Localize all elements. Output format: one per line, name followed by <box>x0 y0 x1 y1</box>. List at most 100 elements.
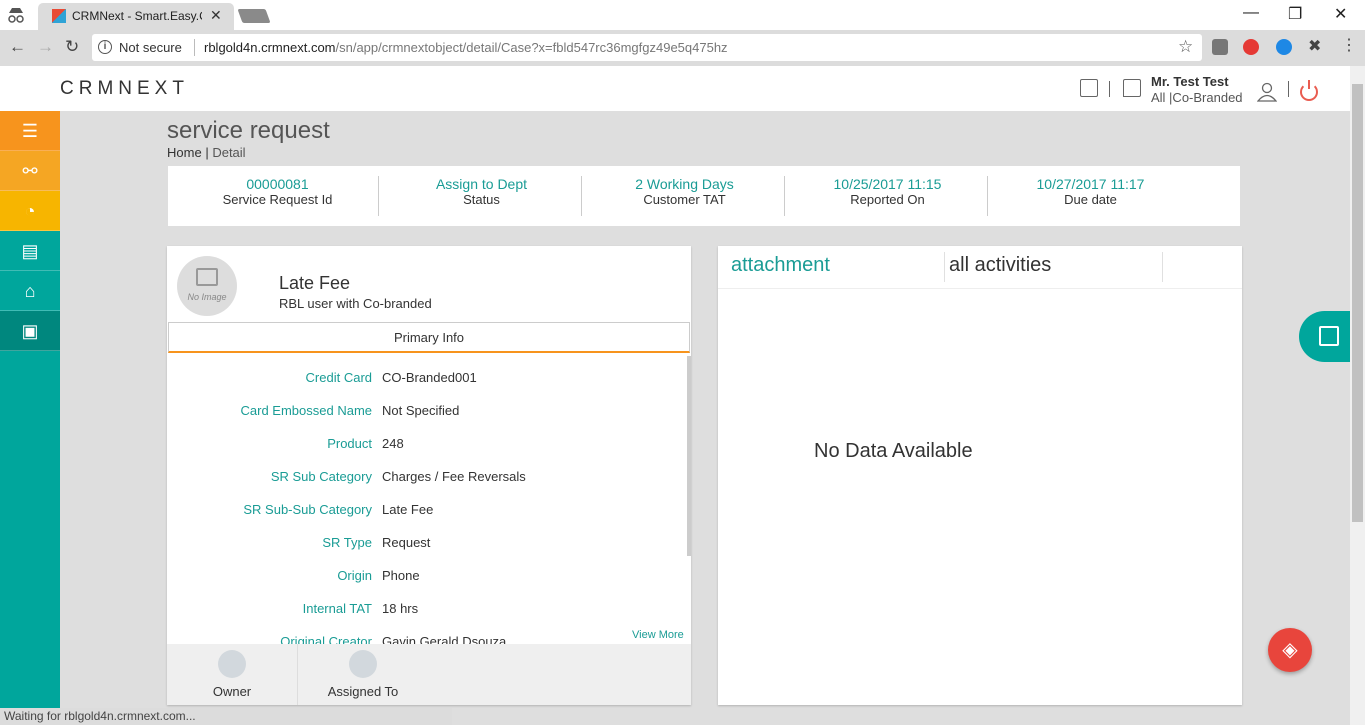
owner-label: Owner <box>212 684 252 699</box>
logout-power-icon[interactable] <box>1300 80 1318 101</box>
tab-divider <box>1162 252 1163 282</box>
layers-fab-button[interactable]: ◈ <box>1268 628 1312 672</box>
extension-drop-icon[interactable] <box>1276 39 1292 55</box>
url-text[interactable]: rblgold4n.crmnext.com/sn/app/crmnextobje… <box>204 40 728 55</box>
field-row: Internal TAT 18 hrs <box>167 601 691 621</box>
field-value: 18 hrs <box>382 601 419 616</box>
tab-primary-info[interactable]: Primary Info <box>168 322 690 353</box>
link-icon[interactable]: ⚯ <box>0 151 60 191</box>
record-subtitle: RBL user with Co-branded <box>279 296 432 311</box>
service-request-icon[interactable]: ◔ <box>0 191 60 231</box>
summary-customer-tat: 2 Working Days Customer TAT <box>583 176 786 207</box>
field-value: Request <box>382 535 431 550</box>
user-profile-icon[interactable] <box>1257 82 1277 102</box>
address-separator <box>194 39 195 56</box>
field-value: CO-Branded001 <box>382 370 477 385</box>
tab-attachment[interactable]: attachment <box>731 254 830 277</box>
summary-status: Assign to Dept Status <box>380 176 583 207</box>
people-bar: Owner Assigned To <box>167 644 691 705</box>
page-scrollbar[interactable] <box>1350 66 1365 725</box>
summary-value: 00000081 <box>246 176 309 192</box>
summary-label: Customer TAT <box>643 192 726 207</box>
tab-underline <box>718 288 1242 289</box>
field-row: SR Sub Category Charges / Fee Reversals <box>167 469 691 489</box>
field-label: Internal TAT <box>302 601 372 616</box>
field-row: SR Type Request <box>167 535 691 555</box>
document-icon[interactable]: ▤ <box>0 231 60 271</box>
layers-icon: ◈ <box>1282 639 1298 661</box>
field-label: Card Embossed Name <box>240 403 373 418</box>
back-icon[interactable]: ← <box>9 37 26 57</box>
record-subject: Late Fee <box>279 273 351 293</box>
chat-icon[interactable] <box>1123 79 1141 97</box>
extension-shield-icon[interactable] <box>1212 39 1228 55</box>
browser-menu-icon[interactable]: ⋮ <box>1341 35 1357 54</box>
field-label: Credit Card <box>305 370 372 385</box>
tab-close-icon[interactable]: ✕ <box>210 7 222 24</box>
field-label: Product <box>327 436 372 451</box>
hamburger-menu-icon[interactable]: ☰ <box>0 111 60 151</box>
browser-status-bar: Waiting for rblgold4n.crmnext.com... <box>0 708 452 725</box>
info-icon[interactable]: i <box>98 40 112 54</box>
field-label: SR Sub-Sub Category <box>243 502 372 517</box>
owner-card[interactable]: Owner <box>167 644 297 705</box>
field-label: SR Sub Category <box>270 469 372 484</box>
assigned-to-card[interactable]: Assigned To <box>298 644 428 705</box>
briefcase-icon[interactable]: ▣ <box>0 311 60 351</box>
summary-divider <box>784 176 785 216</box>
assigned-to-label: Assigned To <box>327 684 399 699</box>
summary-divider <box>378 176 379 216</box>
no-image-label: No Image <box>187 292 227 302</box>
header-divider-2 <box>1288 81 1289 97</box>
forward-icon[interactable]: → <box>37 37 54 57</box>
restore-icon[interactable]: ❐ <box>1288 4 1302 24</box>
layout-icon <box>1319 326 1339 346</box>
field-label: Origin <box>337 568 372 583</box>
incognito-icon <box>8 8 24 23</box>
new-tab-button[interactable] <box>237 9 271 23</box>
breadcrumb-home[interactable]: Home <box>167 145 202 160</box>
tab-divider <box>944 252 945 282</box>
crmnext-logo: CRMNEXT <box>60 78 189 99</box>
extension-x-icon[interactable]: ✖ <box>1308 36 1324 55</box>
browser-toolbar: ← → ↻ i Not secure rblgold4n.crmnext.com… <box>0 30 1365 66</box>
app-header: CRMNEXT Mr. Test Test All |Co-Branded <box>0 66 1350 111</box>
scrollbar-thumb[interactable] <box>1352 84 1363 522</box>
summary-sr-id: 00000081 Service Request Id <box>176 176 379 207</box>
browser-tabstrip: CRMNext - Smart.Easy.Co ✕ — ❐ ✕ <box>0 0 1365 30</box>
tab-all-activities[interactable]: all activities <box>949 254 1051 277</box>
security-label: Not secure <box>119 40 182 55</box>
fields-scrollbar[interactable] <box>687 356 691 556</box>
reload-icon[interactable]: ↻ <box>65 37 79 57</box>
layout-panel-button[interactable] <box>1299 311 1350 362</box>
field-row: SR Sub-Sub Category Late Fee <box>167 502 691 522</box>
url-host: rblgold4n.crmnext.com <box>204 40 336 55</box>
breadcrumb-separator: | <box>205 145 209 160</box>
browser-tab[interactable]: CRMNext - Smart.Easy.Co ✕ <box>38 3 234 30</box>
record-card: No Image Late Fee RBL user with Co-brand… <box>167 246 691 705</box>
breadcrumb-current: Detail <box>212 145 246 160</box>
window-close-icon[interactable]: ✕ <box>1334 4 1347 24</box>
breadcrumb: Home | Detail <box>167 145 246 160</box>
field-row: Product 248 <box>167 436 691 456</box>
extension-red-icon[interactable] <box>1243 39 1259 55</box>
summary-due-date: 10/27/2017 11:17 Due date <box>989 176 1192 207</box>
bank-icon[interactable]: ⌂ <box>0 271 60 311</box>
minimize-icon[interactable]: — <box>1243 4 1259 22</box>
summary-label: Due date <box>1064 192 1117 207</box>
notes-icon[interactable] <box>1080 79 1098 97</box>
summary-strip: 00000081 Service Request Id Assign to De… <box>168 166 1240 226</box>
user-role: All |Co-Branded <box>1151 90 1243 105</box>
address-bar[interactable]: i Not secure rblgold4n.crmnext.com/sn/ap… <box>92 34 1202 61</box>
record-avatar: No Image <box>177 256 237 316</box>
summary-divider <box>581 176 582 216</box>
summary-label: Reported On <box>850 192 925 207</box>
bookmark-star-icon[interactable]: ☆ <box>1178 37 1193 57</box>
view-more-link[interactable]: View More <box>632 629 684 641</box>
field-row: Credit Card CO-Branded001 <box>167 370 691 390</box>
summary-value: Assign to Dept <box>435 176 528 192</box>
summary-label: Status <box>463 192 500 207</box>
favicon-icon <box>52 9 66 23</box>
summary-label: Service Request Id <box>222 192 333 207</box>
empty-state-text: No Data Available <box>814 440 973 462</box>
